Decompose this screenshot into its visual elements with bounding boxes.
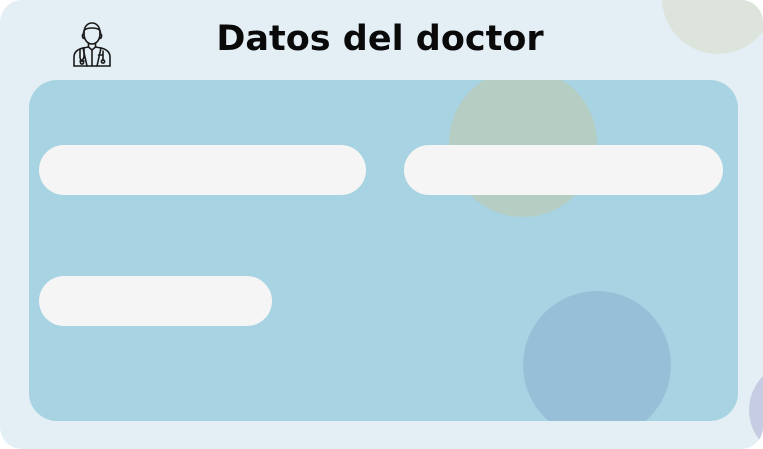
doctor-icon	[69, 20, 115, 68]
page-title: Datos del doctor	[216, 19, 544, 59]
doctor-data-card: Datos del doctor	[0, 0, 763, 449]
form-panel	[29, 80, 738, 421]
decorative-circle	[662, 0, 763, 54]
decorative-circle	[523, 291, 671, 421]
doctor-field-2[interactable]	[404, 145, 723, 195]
doctor-field-1[interactable]	[39, 145, 366, 195]
doctor-field-3[interactable]	[39, 276, 272, 326]
decorative-circle	[749, 362, 763, 449]
